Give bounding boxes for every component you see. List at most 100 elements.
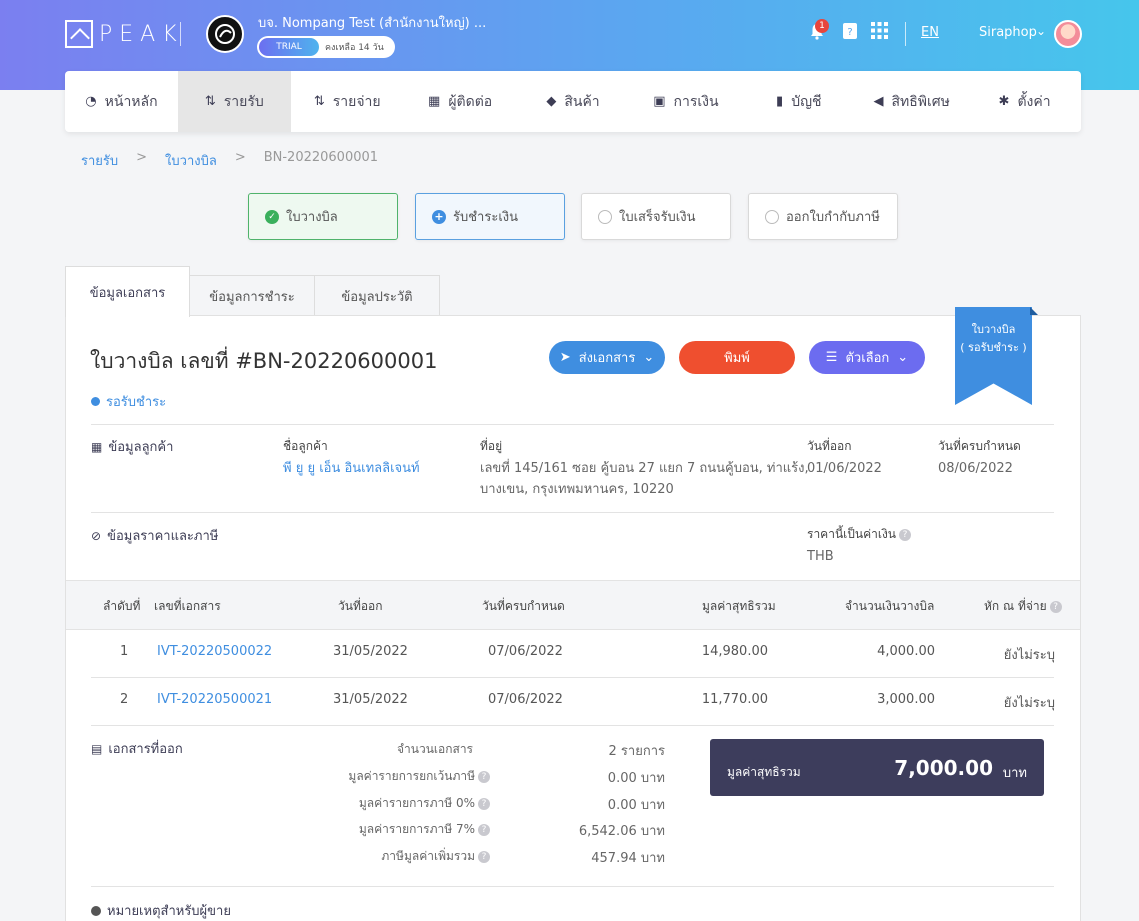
chevron-down-icon: ⌄ <box>897 350 909 365</box>
divider <box>91 512 1054 513</box>
nav-item-settings[interactable]: ✱ ตั้งค่า <box>968 71 1081 132</box>
step-receipt[interactable]: ใบเสร็จรับเงิน <box>581 193 731 240</box>
trial-status[interactable]: TRIAL คงเหลือ 14 วัน <box>257 36 395 58</box>
nav-item-products[interactable]: ◆ สินค้า <box>517 71 630 132</box>
row-withholding: ยังไม่ระบุ <box>1003 648 1055 663</box>
nav-item-accounting[interactable]: ▮ บัญชี <box>742 71 855 132</box>
nav-label: ผู้ติดต่อ <box>448 93 493 110</box>
options-button[interactable]: ☰ ตัวเลือก ⌄ <box>809 341 925 374</box>
col-header-withholding: หัก ณ ที่จ่าย? <box>984 597 1062 616</box>
document-title: ใบวางบิล เลขที่ #BN-20220600001 <box>90 349 438 373</box>
pricing-section-label: ⊘ ข้อมูลราคาและภาษี <box>91 525 218 546</box>
nav-label: หน้าหลัก <box>104 93 158 110</box>
tab-history[interactable]: ข้อมูลประวัติ <box>314 275 440 316</box>
gear-icon: ✱ <box>998 94 1010 109</box>
plus-circle-icon: + <box>432 209 446 224</box>
section-title: ข้อมูลลูกค้า <box>108 440 174 455</box>
company-logo-icon <box>215 24 235 44</box>
nav-item-contacts[interactable]: ▦ ผู้ติดต่อ <box>404 71 517 132</box>
money-icon: ▣ <box>653 94 666 109</box>
help-book-icon[interactable]: ? <box>842 22 858 40</box>
accounting-icon: ▮ <box>776 94 784 109</box>
summary-vat7-text: มูลค่ารายการภาษี 7% <box>358 822 475 836</box>
nav-item-dashboard[interactable]: ◔ หน้าหลัก <box>65 71 178 132</box>
row-billed-amount: 4,000.00 <box>877 644 935 659</box>
nav-label: รายรับ <box>223 93 264 110</box>
summary-zero-vat-text: มูลค่ารายการภาษี 0% <box>358 796 475 810</box>
breadcrumb-billing-notes[interactable]: ใบวางบิล <box>165 150 217 171</box>
section-title: ข้อมูลราคาและภาษี <box>107 529 219 544</box>
nav-label: รายจ่าย <box>332 93 381 110</box>
options-label: ตัวเลือก <box>845 351 890 366</box>
summary-vat7-value: 6,542.06 บาท <box>578 824 665 839</box>
step-tax-invoice[interactable]: ออกใบกำกับภาษี <box>748 193 898 240</box>
row-doc-link[interactable]: IVT-20220500022 <box>157 644 272 659</box>
help-icon[interactable]: ? <box>1049 600 1062 613</box>
due-date-label: วันที่ครบกำหนด <box>938 439 1021 453</box>
logo-text: PEAK <box>99 21 184 47</box>
row-issue-date: 31/05/2022 <box>333 644 408 659</box>
summary-zero-vat-label: มูลค่ารายการภาษี 0%? <box>290 794 490 813</box>
address-label: ที่อยู่ <box>480 439 503 453</box>
tab-document-info[interactable]: ข้อมูลเอกสาร <box>65 266 190 317</box>
step-billing-note[interactable]: ✓ ใบวางบิล <box>248 193 398 240</box>
trial-badge: TRIAL <box>259 38 319 56</box>
expense-icon: ⇅ <box>313 94 325 109</box>
nav-item-privileges[interactable]: ◀ สิทธิพิเศษ <box>855 71 968 132</box>
bullet-dot-icon <box>91 905 101 916</box>
due-date: 08/06/2022 <box>938 461 1013 476</box>
row-issue-date: 31/05/2022 <box>333 692 408 707</box>
user-avatar[interactable] <box>1054 20 1082 48</box>
tab-payment-info[interactable]: ข้อมูลการชำระ <box>189 275 315 316</box>
currency-label: ราคานี้เป็นค่าเงิน? <box>807 525 912 544</box>
building-icon: ▦ <box>91 439 103 454</box>
nav-item-expense[interactable]: ⇅ รายจ่าย <box>291 71 404 132</box>
nav-item-income[interactable]: ⇅ รายรับ <box>177 71 291 132</box>
breadcrumb-income[interactable]: รายรับ <box>81 150 118 171</box>
send-document-button[interactable]: ➤ ส่งเอกสาร ⌄ <box>549 341 665 374</box>
customer-name-label: ชื่อลูกค้า <box>283 439 328 453</box>
paper-plane-icon: ➤ <box>559 350 571 365</box>
company-avatar[interactable] <box>206 15 244 53</box>
peak-logo[interactable]: PEAK <box>65 20 184 48</box>
product-icon: ◆ <box>546 94 557 109</box>
ribbon-title: ใบวางบิล <box>971 323 1016 336</box>
step-receive-payment[interactable]: + รับชำระเงิน <box>415 193 565 240</box>
help-icon[interactable]: ? <box>478 797 490 810</box>
print-button[interactable]: พิมพ์ <box>679 341 795 374</box>
col-header-withholding-text: หัก ณ ที่จ่าย <box>984 599 1047 613</box>
header-divider <box>180 22 181 46</box>
help-icon[interactable]: ? <box>478 823 490 836</box>
summary-zero-vat-value: 0.00 บาท <box>607 798 665 813</box>
print-label: พิมพ์ <box>724 351 750 366</box>
menu-icon: ☰ <box>825 350 838 365</box>
step-label: ออกใบกำกับภาษี <box>786 210 880 225</box>
section-title: เอกสารที่ออก <box>108 742 183 757</box>
company-name[interactable]: บจ. Nompang Test (สำนักงานใหญ่) ... <box>258 12 486 33</box>
row-due-date: 07/06/2022 <box>488 644 563 659</box>
seller-notes-section-label: หมายเหตุสำหรับผู้ขาย <box>91 900 231 921</box>
help-icon[interactable]: ? <box>478 770 490 783</box>
summary-vat-total-value: 457.94 บาท <box>591 851 665 866</box>
nav-label: สินค้า <box>564 93 600 110</box>
apps-grid-icon[interactable] <box>871 22 888 39</box>
nav-item-finance[interactable]: ▣ การเงิน <box>629 71 742 132</box>
address-line-1: เลขที่ 145/161 ซอย คู้บอน 27 แยก 7 ถนนคู… <box>480 461 809 476</box>
help-icon[interactable]: ? <box>899 528 912 541</box>
col-header-net-total: มูลค่าสุทธิรวม <box>702 599 776 613</box>
row-due-date: 07/06/2022 <box>488 692 563 707</box>
language-switch[interactable]: EN <box>921 25 939 40</box>
row-billed-amount: 3,000.00 <box>877 692 935 707</box>
check-circle-icon: ✓ <box>265 209 279 224</box>
grand-total-value: 7,000.00 <box>894 756 993 780</box>
row-doc-link[interactable]: IVT-20220500021 <box>157 692 272 707</box>
empty-circle-icon <box>598 209 612 224</box>
divider <box>91 886 1054 887</box>
customer-name-link[interactable]: พี ยู ยู เอ็น อินเทลลิเจนท์ <box>283 458 420 479</box>
chevron-down-icon[interactable]: ⌄ <box>1036 24 1046 38</box>
clipboard-icon: ▤ <box>91 741 103 756</box>
help-icon[interactable]: ? <box>478 850 490 863</box>
nav-label: ตั้งค่า <box>1017 93 1051 110</box>
user-menu[interactable]: Siraphop <box>979 25 1037 40</box>
row-net-total: 14,980.00 <box>701 644 768 659</box>
